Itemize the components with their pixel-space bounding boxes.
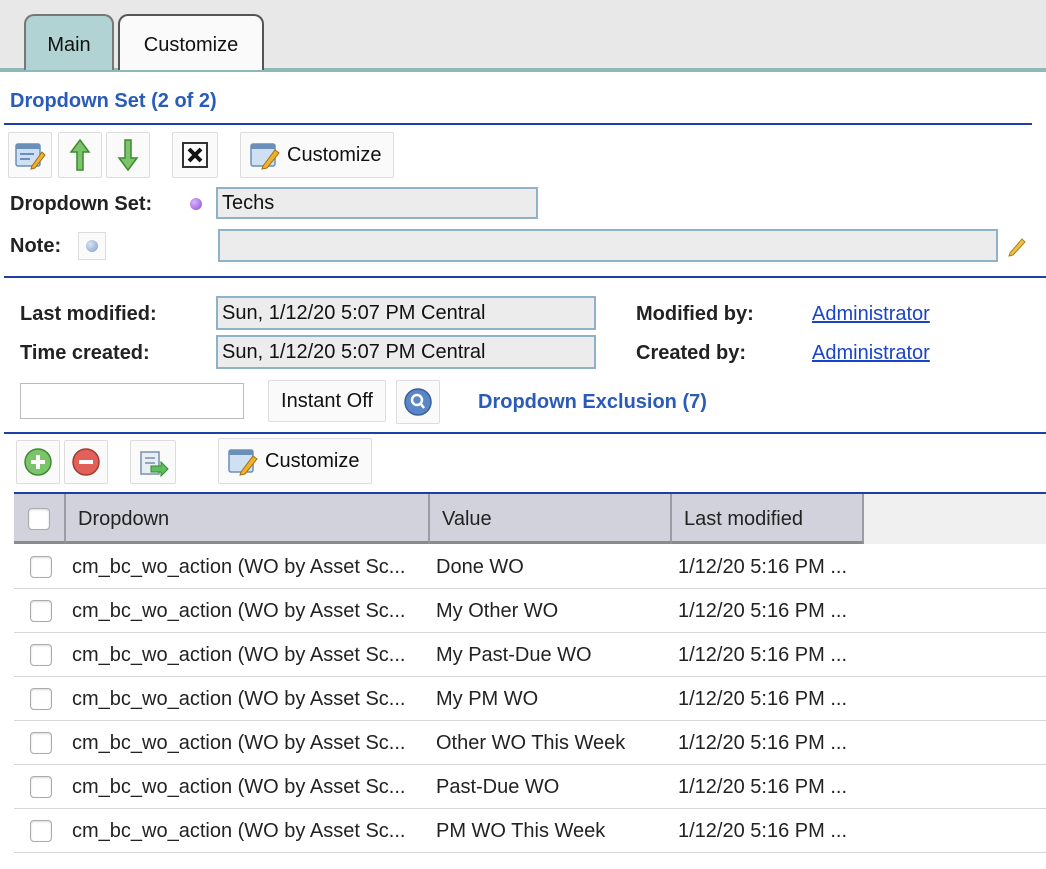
table-row[interactable]: cm_bc_wo_action (WO by Asset Sc... PM WO … <box>14 809 1046 853</box>
plus-icon <box>24 448 52 476</box>
column-header-last-modified[interactable]: Last modified <box>672 494 864 544</box>
minus-icon <box>72 448 100 476</box>
dropdown-exclusion-title: Dropdown Exclusion (7) <box>478 391 707 413</box>
cell-value: Done WO <box>436 556 524 578</box>
table-header: Dropdown Value Last modified <box>14 492 1046 544</box>
table-row[interactable]: cm_bc_wo_action (WO by Asset Sc... Done W… <box>14 545 1046 589</box>
cell-last-modified: 1/12/20 5:16 PM ... <box>678 776 847 798</box>
select-all-checkbox[interactable] <box>28 508 50 530</box>
add-button[interactable] <box>16 440 60 484</box>
search-button[interactable] <box>396 380 440 424</box>
arrow-up-icon <box>69 138 91 171</box>
cell-dropdown: cm_bc_wo_action (WO by Asset Sc... <box>72 732 406 754</box>
delete-button[interactable] <box>172 132 218 178</box>
row-checkbox[interactable] <box>30 732 52 754</box>
cell-dropdown: cm_bc_wo_action (WO by Asset Sc... <box>72 556 406 578</box>
created-by-label: Created by: <box>636 342 747 364</box>
exclusion-customize-button[interactable]: Customize <box>218 438 372 484</box>
divider <box>4 432 1046 434</box>
table-row[interactable]: cm_bc_wo_action (WO by Asset Sc... Other … <box>14 721 1046 765</box>
edit-form-icon <box>15 143 46 170</box>
cell-value: PM WO This Week <box>436 820 606 842</box>
cell-last-modified: 1/12/20 5:16 PM ... <box>678 600 847 622</box>
cell-value: My PM WO <box>436 688 539 710</box>
column-header-dropdown[interactable]: Dropdown <box>66 494 430 544</box>
cell-last-modified: 1/12/20 5:16 PM ... <box>678 732 847 754</box>
customize-label: Customize <box>265 449 360 472</box>
row-checkbox[interactable] <box>30 600 52 622</box>
required-indicator-icon <box>190 198 202 210</box>
dropdown-set-title: Dropdown Set (2 of 2) <box>10 90 217 112</box>
time-created-label: Time created: <box>20 342 150 364</box>
table-row[interactable]: cm_bc_wo_action (WO by Asset Sc... Past-D… <box>14 765 1046 809</box>
created-by-link[interactable]: Administrator <box>812 342 930 365</box>
customize-button[interactable]: Customize <box>240 132 394 178</box>
export-button[interactable] <box>130 440 176 484</box>
pencil-icon <box>1008 238 1026 257</box>
last-modified-value: Sun, 1/12/20 5:07 PM Central <box>216 296 596 330</box>
cell-dropdown: cm_bc_wo_action (WO by Asset Sc... <box>72 644 406 666</box>
modified-by-label: Modified by: <box>636 303 754 325</box>
search-icon <box>404 388 432 416</box>
arrow-down-icon <box>117 139 139 172</box>
tab-main[interactable]: Main <box>24 14 114 70</box>
move-down-button[interactable] <box>106 132 150 178</box>
cell-last-modified: 1/12/20 5:16 PM ... <box>678 644 847 666</box>
customize-icon <box>228 449 258 476</box>
customize-label: Customize <box>287 143 382 166</box>
customize-icon <box>250 143 280 170</box>
cell-value: Other WO This Week <box>436 732 626 754</box>
time-created-value: Sun, 1/12/20 5:07 PM Central <box>216 335 596 369</box>
note-label: Note: <box>10 235 62 257</box>
info-icon <box>86 240 98 252</box>
edit-button[interactable] <box>8 132 52 178</box>
row-checkbox[interactable] <box>30 820 52 842</box>
table-row[interactable]: cm_bc_wo_action (WO by Asset Sc... My Oth… <box>14 589 1046 633</box>
cell-value: Past-Due WO <box>436 776 560 798</box>
divider <box>4 123 1032 125</box>
instant-off-button[interactable]: Instant Off <box>268 380 386 422</box>
row-checkbox[interactable] <box>30 644 52 666</box>
row-checkbox[interactable] <box>30 556 52 578</box>
instant-off-label: Instant Off <box>281 389 373 412</box>
cell-last-modified: 1/12/20 5:16 PM ... <box>678 556 847 578</box>
select-all-cell <box>14 494 66 544</box>
remove-button[interactable] <box>64 440 108 484</box>
dropdown-set-input[interactable]: Techs <box>216 187 538 219</box>
table-row[interactable]: cm_bc_wo_action (WO by Asset Sc... My PM … <box>14 677 1046 721</box>
note-input[interactable] <box>218 229 998 262</box>
modified-by-link[interactable]: Administrator <box>812 303 930 326</box>
column-header-value[interactable]: Value <box>430 494 672 544</box>
row-checkbox[interactable] <box>30 776 52 798</box>
cell-value: My Past-Due WO <box>436 644 592 666</box>
cell-dropdown: cm_bc_wo_action (WO by Asset Sc... <box>72 776 406 798</box>
cell-dropdown: cm_bc_wo_action (WO by Asset Sc... <box>72 600 406 622</box>
search-input[interactable] <box>20 383 244 419</box>
cell-last-modified: 1/12/20 5:16 PM ... <box>678 688 847 710</box>
table-row[interactable]: cm_bc_wo_action (WO by Asset Sc... My Pas… <box>14 633 1046 677</box>
close-box-icon <box>182 142 208 168</box>
cell-dropdown: cm_bc_wo_action (WO by Asset Sc... <box>72 688 406 710</box>
export-icon <box>140 451 169 478</box>
cell-dropdown: cm_bc_wo_action (WO by Asset Sc... <box>72 820 406 842</box>
note-info-button[interactable] <box>78 232 106 260</box>
dropdown-set-label: Dropdown Set: <box>10 193 153 215</box>
divider <box>4 276 1046 278</box>
cell-last-modified: 1/12/20 5:16 PM ... <box>678 820 847 842</box>
row-checkbox[interactable] <box>30 688 52 710</box>
move-up-button[interactable] <box>58 132 102 178</box>
edit-note-button[interactable] <box>1006 233 1030 257</box>
cell-value: My Other WO <box>436 600 559 622</box>
tab-bar: Main Customize <box>0 0 1046 72</box>
tab-customize[interactable]: Customize <box>118 14 264 70</box>
last-modified-label: Last modified: <box>20 303 157 325</box>
